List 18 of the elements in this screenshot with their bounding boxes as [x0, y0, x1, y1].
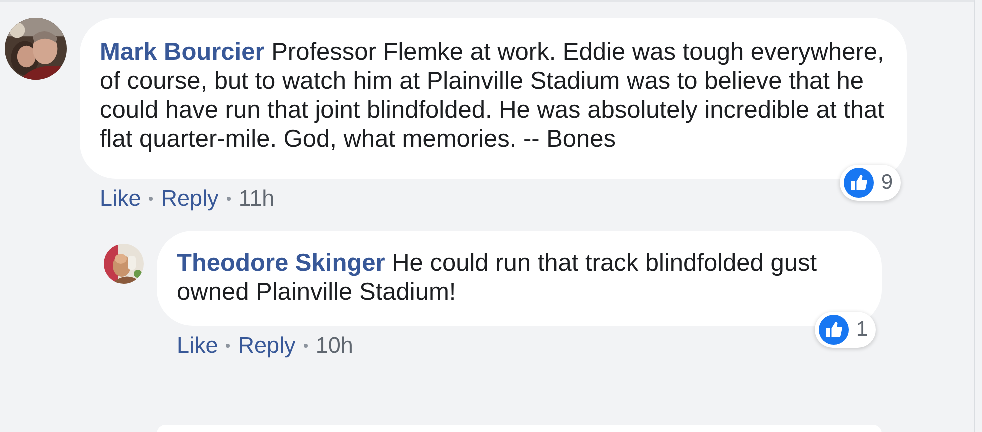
separator-dot	[304, 344, 308, 348]
reply-link[interactable]: Reply	[238, 332, 296, 360]
timestamp[interactable]: 10h	[316, 332, 354, 360]
separator-dot	[226, 197, 231, 201]
separator-dot	[149, 197, 154, 201]
like-link[interactable]: Like	[100, 185, 142, 213]
timestamp[interactable]: 11h	[238, 185, 275, 213]
like-link[interactable]: Like	[177, 332, 218, 360]
comment-text: Theodore Skinger He could run that track blindfolded gust owned Plainville Stadium!	[177, 249, 818, 307]
thumbs-up-icon	[819, 315, 850, 345]
author-link[interactable]: Mark Bourcier	[100, 39, 265, 66]
author-link[interactable]: Theodore Skinger	[177, 250, 386, 277]
reply-link[interactable]: Reply	[161, 185, 219, 213]
thumbs-up-icon	[844, 168, 874, 198]
reaction-badge[interactable]: 1	[815, 312, 876, 348]
comment-text: Mark Bourcier Professor Flemke at work. Eddie was tough everywhere, of course, but to watch him at Plainville Stadium was to believe that he could have run that joint blindfolded. He was absolutely incredible at that flat quarter-mile. God, what memories. -- Bones	[100, 38, 886, 154]
reaction-badge[interactable]: 9	[840, 165, 901, 201]
separator-dot	[226, 344, 230, 348]
